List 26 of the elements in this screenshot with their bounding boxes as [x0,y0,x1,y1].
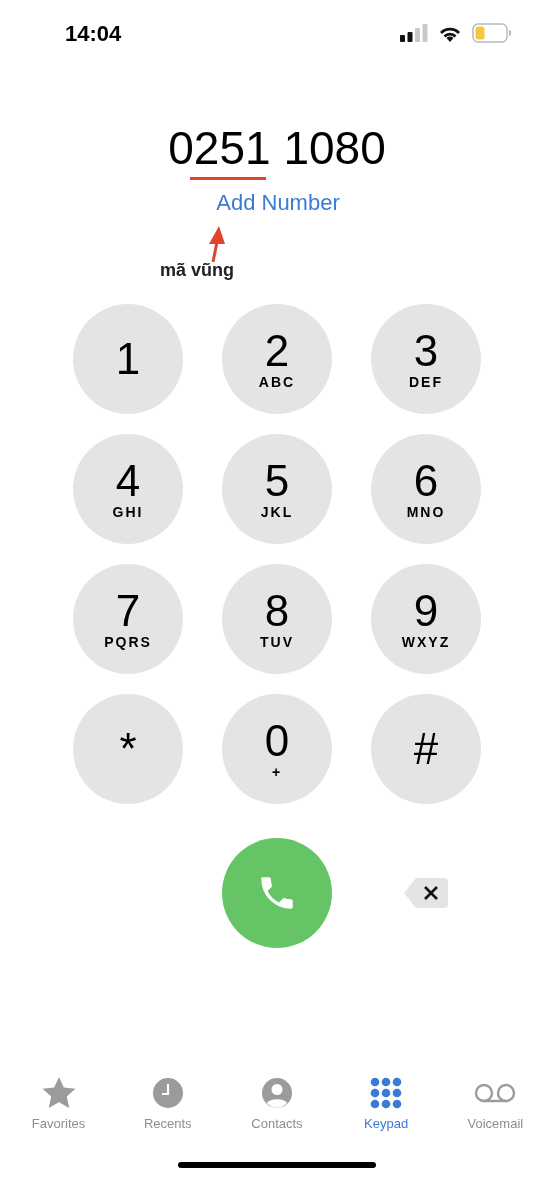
keypad-key[interactable]: 3 DEF [371,304,481,414]
keypad-key[interactable]: 0 + [222,694,332,804]
dialed-number: 0251 1080 [168,122,386,174]
keypad-icon [370,1077,403,1109]
backspace-icon [404,878,448,908]
add-number-link[interactable]: Add Number [214,186,340,219]
star-icon [41,1077,76,1109]
battery-icon [472,23,512,43]
signal-icon [400,24,428,42]
keypad-key[interactable]: 6 MNO [371,434,481,544]
keypad-key[interactable]: 2 ABC [222,304,332,414]
delete-button[interactable] [404,878,448,908]
status-time: 14:04 [65,19,122,48]
keypad-key[interactable]: 7 PQRS [73,564,183,674]
keypad-key[interactable]: # [371,694,481,804]
tab-item[interactable]: Keypad [336,1076,437,1134]
voicemail-icon [473,1081,518,1105]
keypad-key[interactable]: 9 WXYZ [371,564,481,674]
keypad-key[interactable]: 8 TUV [222,564,332,674]
annotation-label: mã vũng [160,260,234,280]
person-icon [260,1077,293,1109]
keypad-key[interactable]: 1 [73,304,183,414]
clock-icon [151,1077,184,1109]
keypad-key[interactable]: 5 JKL [222,434,332,544]
keypad-key[interactable]: 4 GHI [73,434,183,544]
keypad-key[interactable]: * [73,694,183,804]
